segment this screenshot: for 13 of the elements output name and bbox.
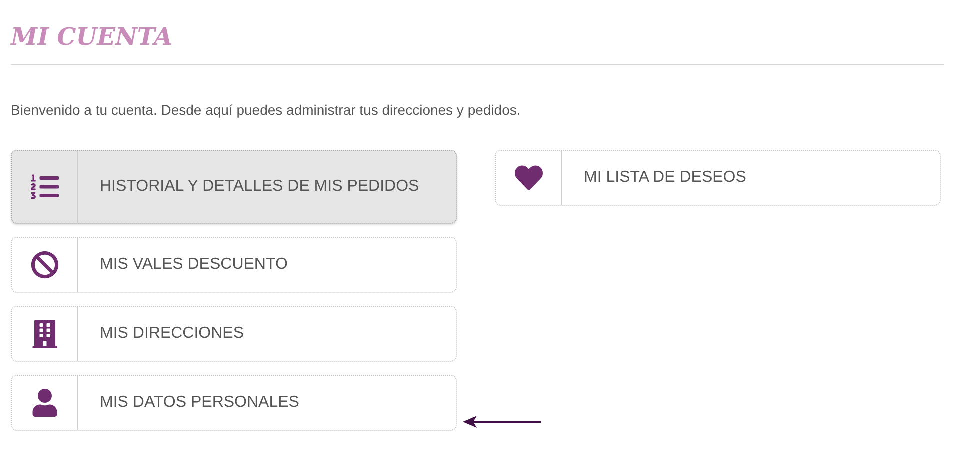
numbered-list-icon	[30, 173, 58, 201]
account-link[interactable]: HISTORIAL Y DETALLES DE MIS PEDIDOS	[11, 150, 457, 224]
heart-icon	[514, 164, 542, 192]
welcome-text: Bienvenido a tu cuenta. Desde aquí puedes administrar tus direcciones y pedidos.	[11, 101, 521, 119]
building-icon	[30, 320, 58, 348]
arrow-icon	[463, 415, 543, 429]
account-link[interactable]: MIS DIRECCIONES	[11, 306, 457, 362]
account-link[interactable]: MI LISTA DE DESEOS	[495, 150, 941, 206]
ban-icon	[30, 251, 58, 279]
page-title: MI CUENTA	[11, 21, 173, 53]
user-icon	[30, 389, 58, 417]
account-link[interactable]: MIS VALES DESCUENTO	[11, 237, 457, 293]
account-link[interactable]: MIS DATOS PERSONALES	[11, 375, 457, 431]
